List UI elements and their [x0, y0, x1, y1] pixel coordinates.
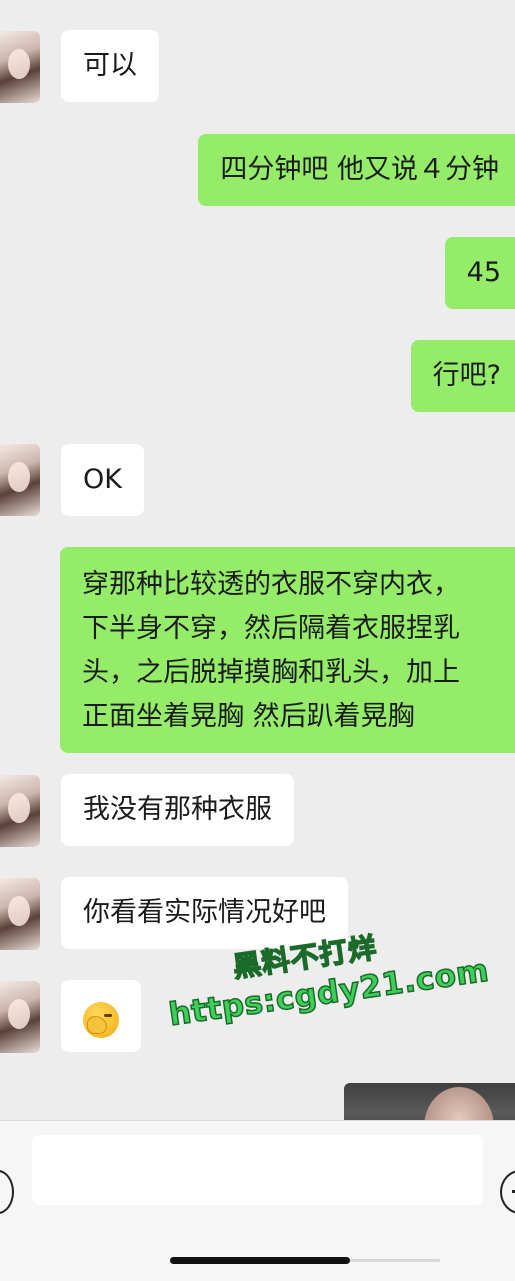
- message-bubble-outgoing[interactable]: 45: [444, 237, 515, 309]
- watermark-url: https:cgdy21.com: [166, 952, 492, 1034]
- face-with-hand-over-eyes-emoji-icon: [83, 1001, 119, 1038]
- message-text: 可以: [83, 50, 137, 81]
- message-line: 穿那种比较透的衣服不穿内衣，: [82, 569, 460, 600]
- message-text: 我没有那种衣服: [83, 794, 272, 825]
- voice-icon[interactable]: [0, 1170, 14, 1214]
- message-line: 头，之后脱掉摸胸和乳头，加上: [82, 657, 460, 688]
- message-line: 下半身不穿，然后隔着衣服捏乳: [82, 613, 460, 644]
- contact-avatar[interactable]: [0, 981, 40, 1053]
- home-indicator-shadow: [350, 1259, 440, 1262]
- message-bubble-incoming[interactable]: 你看看实际情况好吧: [61, 877, 348, 949]
- plus-circle-icon[interactable]: [500, 1170, 515, 1214]
- message-text: 行吧?: [432, 360, 501, 391]
- message-bubble-incoming[interactable]: 可以: [61, 30, 159, 102]
- message-text: 四分钟吧 他又说４分钟: [220, 154, 499, 185]
- message-text: OK: [83, 464, 122, 495]
- message-line: 正面坐着晃胸 然后趴着晃胸: [82, 701, 415, 732]
- contact-avatar[interactable]: [0, 878, 40, 950]
- chat-area[interactable]: 可以 四分钟吧 他又说４分钟 45 行吧? OK 穿那种比较透的衣服不穿内衣， …: [0, 0, 515, 1120]
- message-bubble-outgoing[interactable]: 行吧?: [410, 340, 515, 412]
- contact-avatar[interactable]: [0, 444, 40, 516]
- image-message-thumbnail[interactable]: [344, 1083, 515, 1120]
- home-indicator[interactable]: [170, 1257, 350, 1264]
- message-bubble-outgoing[interactable]: 四分钟吧 他又说４分钟: [198, 134, 515, 206]
- message-bubble-outgoing[interactable]: 穿那种比较透的衣服不穿内衣， 下半身不穿，然后隔着衣服捏乳 头，之后脱掉摸胸和乳…: [60, 547, 515, 753]
- message-bubble-incoming[interactable]: [61, 980, 141, 1052]
- contact-avatar[interactable]: [0, 31, 40, 103]
- message-text: 你看看实际情况好吧: [83, 897, 326, 928]
- contact-avatar[interactable]: [0, 775, 40, 847]
- message-bubble-incoming[interactable]: 我没有那种衣服: [61, 774, 294, 846]
- message-bubble-incoming[interactable]: OK: [61, 444, 144, 516]
- message-input[interactable]: [32, 1135, 483, 1205]
- message-text: 45: [466, 257, 501, 288]
